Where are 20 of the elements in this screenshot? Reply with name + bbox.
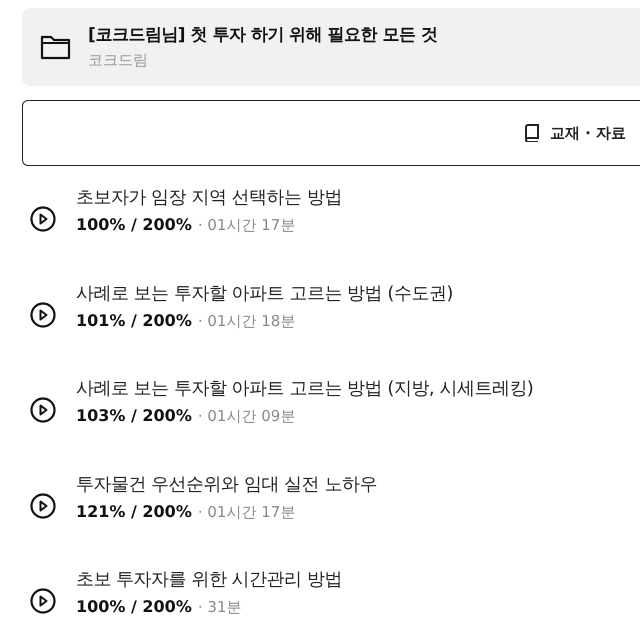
lesson-title[interactable]: 초보 투자자를 위한 시간관리 방법 xyxy=(76,566,342,593)
lesson-title[interactable]: 투자물건 우선순위와 임대 실전 노하우 xyxy=(76,470,377,498)
play-icon[interactable] xyxy=(30,492,56,518)
play-icon[interactable] xyxy=(30,588,56,614)
lesson-title[interactable]: 사례로 보는 투자할 아파트 고르는 방법 (지방, 시세트레킹) xyxy=(76,375,534,402)
play-icon[interactable] xyxy=(30,302,56,328)
lesson-duration: · 31분 xyxy=(198,597,242,618)
course-title: [코크드림님] 첫 투자 하기 위해 필요한 모든 것 xyxy=(88,24,438,47)
lesson-title[interactable]: 사례로 보는 투자할 아파트 고르는 방법 (수도권) xyxy=(76,280,453,306)
lesson-title[interactable]: 초보자가 임장 지역 선택하는 방법 xyxy=(76,184,342,211)
play-icon[interactable] xyxy=(30,206,56,232)
lesson-duration: · 01시간 17분 xyxy=(198,502,296,522)
materials-button[interactable]: 교재 · 자료 xyxy=(22,100,640,166)
lesson-duration: · 01시간 09분 xyxy=(198,406,296,427)
lesson-duration: · 01시간 17분 xyxy=(198,215,296,236)
book-icon xyxy=(524,124,540,142)
folder-icon xyxy=(40,34,72,60)
course-author: 코크드림 xyxy=(88,50,149,70)
play-icon[interactable] xyxy=(30,397,56,423)
lesson-duration: · 01시간 18분 xyxy=(198,310,296,332)
